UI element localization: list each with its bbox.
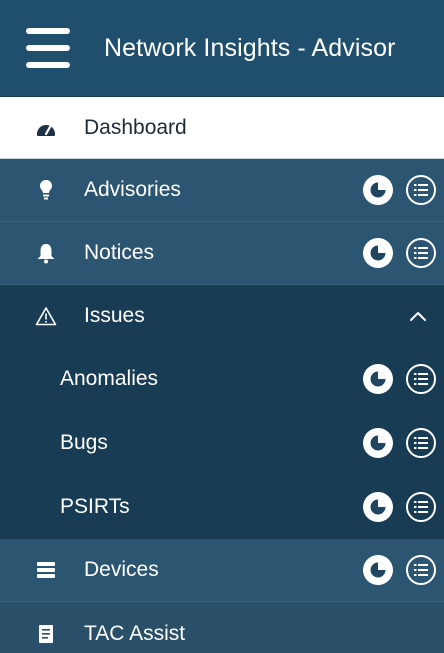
row-actions <box>350 175 436 205</box>
list-icon[interactable] <box>406 555 436 585</box>
row-actions <box>350 492 436 522</box>
pie-chart-icon[interactable] <box>363 364 393 394</box>
nav-item-issues[interactable]: Issues <box>0 285 444 347</box>
bell-icon <box>34 241 58 265</box>
stack-icon <box>34 558 58 582</box>
list-icon[interactable] <box>406 238 436 268</box>
nav-header: Network Insights - Advisor <box>0 0 444 97</box>
lightbulb-icon <box>34 178 58 202</box>
document-icon <box>34 622 58 646</box>
row-actions <box>350 555 436 585</box>
nav-item-tac-assist[interactable]: TAC Assist <box>0 602 444 653</box>
pie-chart-icon[interactable] <box>363 428 393 458</box>
nav-item-label: PSIRTs <box>60 495 130 518</box>
nav-subitem-psirts[interactable]: PSIRTs <box>0 475 444 539</box>
chevron-up-icon[interactable] <box>408 306 428 326</box>
nav-item-devices[interactable]: Devices <box>0 539 444 602</box>
gauge-icon <box>34 116 58 140</box>
pie-chart-icon[interactable] <box>363 492 393 522</box>
row-actions <box>350 238 436 268</box>
list-icon[interactable] <box>406 492 436 522</box>
list-icon[interactable] <box>406 175 436 205</box>
side-navigation: Network Insights - Advisor Dashboard Adv… <box>0 0 444 653</box>
nav-item-notices[interactable]: Notices <box>0 222 444 285</box>
nav-item-label: Notices <box>84 241 155 264</box>
nav-item-dashboard[interactable]: Dashboard <box>0 97 444 159</box>
nav-item-advisories[interactable]: Advisories <box>0 159 444 222</box>
nav-item-label: TAC Assist <box>84 621 186 645</box>
nav-item-label: Dashboard <box>84 115 187 139</box>
nav-item-label: Devices <box>84 558 159 581</box>
nav-subitem-bugs[interactable]: Bugs <box>0 411 444 475</box>
warning-icon <box>34 304 58 328</box>
nav-subitem-anomalies[interactable]: Anomalies <box>0 347 444 411</box>
list-icon[interactable] <box>406 364 436 394</box>
nav-item-label: Issues <box>84 304 145 327</box>
pie-chart-icon[interactable] <box>363 238 393 268</box>
pie-chart-icon[interactable] <box>363 175 393 205</box>
hamburger-icon[interactable] <box>26 28 70 68</box>
nav-item-label: Advisories <box>84 178 181 201</box>
row-actions <box>350 428 436 458</box>
nav-item-label: Anomalies <box>60 367 159 390</box>
pie-chart-icon[interactable] <box>363 555 393 585</box>
row-actions <box>350 364 436 394</box>
app-title: Network Insights - Advisor <box>104 33 396 62</box>
list-icon[interactable] <box>406 428 436 458</box>
nav-item-label: Bugs <box>60 431 108 454</box>
